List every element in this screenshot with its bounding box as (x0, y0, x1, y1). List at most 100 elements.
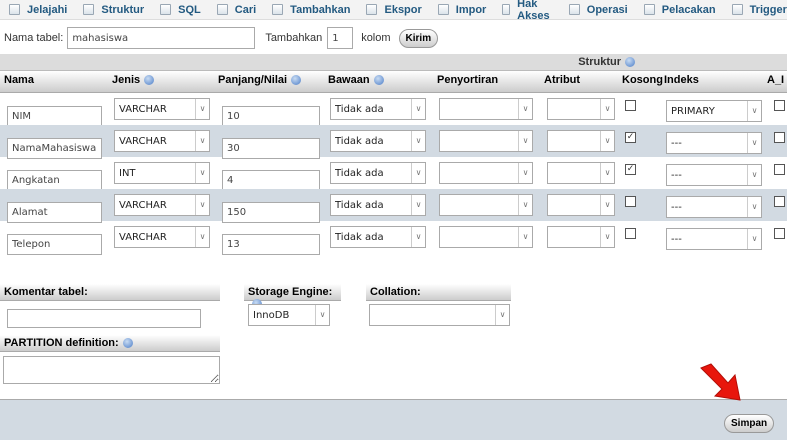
column-type-select[interactable]: VARCHAR (114, 130, 210, 152)
column-length-input[interactable] (222, 202, 320, 223)
select-wrap: --- ∨ (666, 196, 762, 218)
column-default-select[interactable]: Tidak ada (330, 194, 426, 216)
select-wrap: ∨ (547, 194, 615, 216)
table-name-label: Nama tabel: (4, 32, 64, 44)
column-null-checkbox[interactable] (625, 100, 636, 111)
column-index-select[interactable]: --- (666, 132, 762, 154)
select-wrap: INT ∨ (114, 162, 210, 184)
tab-hak-akses[interactable]: Hak Akses (495, 0, 561, 22)
column-default-select[interactable]: Tidak ada (330, 162, 426, 184)
partition-definition-textarea[interactable] (3, 356, 220, 384)
select-wrap: --- ∨ (666, 132, 762, 154)
tab-cari[interactable]: Cari (210, 0, 265, 20)
tab-impor[interactable]: Impor (431, 0, 496, 20)
tab-ekspor[interactable]: Ekspor (359, 0, 430, 20)
header-default: Bawaan (328, 74, 384, 86)
column-attribute-select[interactable] (547, 130, 615, 152)
table-comment-input[interactable] (7, 309, 201, 328)
select-wrap: Tidak ada ∨ (330, 194, 426, 216)
column-length-input[interactable] (222, 106, 320, 127)
tab-bar: Jelajahi Struktur SQL Cari Tambahkan Ekspor Im… (0, 0, 787, 22)
help-icon[interactable] (625, 57, 635, 67)
tab-sql[interactable]: SQL (153, 0, 210, 20)
structure-grid: Struktur Nama Jenis Panjang/Nilai Bawaan… (0, 54, 787, 255)
tab-label: Hak Akses (517, 0, 550, 22)
table-comment-header: Komentar tabel: (0, 284, 220, 301)
column-collation-select[interactable] (439, 162, 533, 184)
select-wrap: ∨ (439, 162, 533, 184)
column-collation-select[interactable] (439, 130, 533, 152)
column-collation-select[interactable] (439, 98, 533, 120)
help-icon[interactable] (291, 75, 302, 86)
column-attribute-select[interactable] (547, 226, 615, 248)
column-name-input[interactable] (7, 202, 102, 223)
select-wrap: VARCHAR ∨ (114, 226, 210, 248)
column-length-input[interactable] (222, 234, 320, 255)
column-attribute-select[interactable] (547, 194, 615, 216)
column-null-checkbox[interactable]: ✓ (625, 132, 636, 143)
column-auto-increment-checkbox[interactable] (774, 100, 785, 111)
column-attribute-select[interactable] (547, 98, 615, 120)
column-collation-select[interactable] (439, 226, 533, 248)
column-auto-increment-checkbox[interactable] (774, 132, 785, 143)
storage-engine-select[interactable]: InnoDB (248, 304, 330, 326)
tab-label: Operasi (586, 3, 628, 16)
select-wrap: VARCHAR ∨ (114, 194, 210, 216)
column-length-input[interactable] (222, 170, 320, 191)
column-name-input[interactable] (7, 234, 102, 255)
header-length: Panjang/Nilai (218, 74, 302, 86)
save-button[interactable]: Simpan (724, 414, 775, 433)
column-auto-increment-checkbox[interactable] (774, 196, 785, 207)
partition-header: PARTITION definition: (0, 335, 220, 352)
header-attribute: Atribut (544, 74, 581, 86)
help-icon[interactable] (144, 75, 155, 86)
column-null-checkbox[interactable]: ✓ (625, 164, 636, 175)
column-auto-increment-checkbox[interactable] (774, 164, 785, 175)
select-wrap: ∨ (547, 130, 615, 152)
column-name-input[interactable] (7, 106, 102, 127)
select-wrap: ∨ (547, 98, 615, 120)
column-default-select[interactable]: Tidak ada (330, 130, 426, 152)
select-wrap: ∨ (547, 162, 615, 184)
tab-trigger[interactable]: Trigger (725, 0, 787, 20)
select-wrap: VARCHAR ∨ (114, 98, 210, 120)
column-name-input[interactable] (7, 170, 102, 191)
select-wrap: Tidak ada ∨ (330, 226, 426, 248)
column-index-select[interactable]: --- (666, 228, 762, 250)
column-null-checkbox[interactable] (625, 228, 636, 239)
column-index-select[interactable]: PRIMARY (666, 100, 762, 122)
tab-tambahkan[interactable]: Tambahkan (265, 0, 359, 20)
collation-header: Collation: (366, 284, 511, 301)
tab-operasi[interactable]: Operasi (562, 0, 637, 20)
operations-icon (568, 4, 580, 15)
column-default-select[interactable]: Tidak ada (330, 226, 426, 248)
column-index-select[interactable]: --- (666, 164, 762, 186)
column-null-checkbox[interactable] (625, 196, 636, 207)
column-type-select[interactable]: VARCHAR (114, 194, 210, 216)
select-wrap: ∨ (439, 130, 533, 152)
column-auto-increment-checkbox[interactable] (774, 228, 785, 239)
add-columns-label: Tambahkan (265, 32, 323, 44)
tab-struktur[interactable]: Struktur (76, 0, 153, 20)
column-type-select[interactable]: VARCHAR (114, 226, 210, 248)
tab-jelajahi[interactable]: Jelajahi (2, 0, 76, 20)
header-auto-increment: A_I (767, 74, 785, 86)
column-attribute-select[interactable] (547, 162, 615, 184)
add-columns-count-input[interactable] (327, 27, 354, 49)
help-icon[interactable] (122, 338, 133, 349)
select-wrap: --- ∨ (666, 228, 762, 250)
column-index-select[interactable]: --- (666, 196, 762, 218)
column-default-select[interactable]: Tidak ada (330, 98, 426, 120)
column-type-select[interactable]: VARCHAR (114, 98, 210, 120)
table-collation-select[interactable] (369, 304, 510, 326)
tab-pelacakan[interactable]: Pelacakan (637, 0, 725, 20)
column-name-input[interactable] (7, 138, 102, 159)
select-wrap: ∨ (439, 98, 533, 120)
column-collation-select[interactable] (439, 194, 533, 216)
add-columns-submit-button[interactable]: Kirim (398, 28, 439, 48)
column-type-select[interactable]: INT (114, 162, 210, 184)
help-icon[interactable] (373, 75, 384, 86)
table-name-input[interactable] (67, 27, 256, 49)
column-length-input[interactable] (222, 138, 320, 159)
column-rows: VARCHAR∨Tidak ada∨∨∨PRIMARY∨VARCHAR∨Tida… (0, 93, 787, 255)
